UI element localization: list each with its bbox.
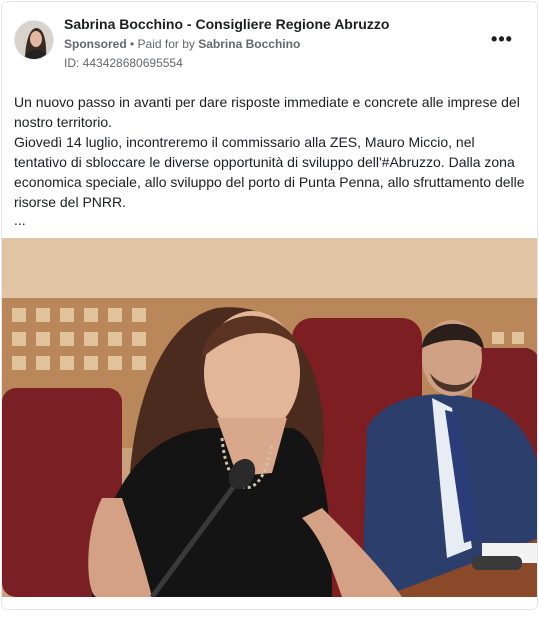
- ad-card: Sabrina Bocchino - Consigliere Regione A…: [1, 1, 538, 610]
- avatar[interactable]: [14, 20, 54, 60]
- more-options-icon[interactable]: •••: [489, 30, 515, 52]
- paid-for-name: Sabrina Bocchino: [198, 37, 301, 51]
- ad-meta: Sponsored • Paid for by Sabrina Bocchino: [64, 37, 300, 51]
- ad-body-text: Un nuovo passo in avanti per dare rispos…: [14, 92, 529, 212]
- ad-header: Sabrina Bocchino - Consigliere Regione A…: [14, 16, 525, 76]
- sponsored-label: Sponsored: [64, 37, 127, 51]
- see-more-ellipsis[interactable]: ...: [14, 212, 26, 228]
- ad-photo[interactable]: [2, 238, 537, 597]
- body-paragraph-2: Giovedì 14 luglio, incontreremo il commi…: [14, 134, 525, 210]
- ad-id: ID: 443428680695554: [64, 56, 183, 70]
- page-name[interactable]: Sabrina Bocchino - Consigliere Regione A…: [64, 16, 389, 32]
- paid-for-prefix: Paid for by: [137, 37, 199, 51]
- avatar-image: [15, 21, 53, 59]
- body-paragraph-1: Un nuovo passo in avanti per dare rispos…: [14, 94, 520, 130]
- photo-image: [2, 238, 537, 597]
- meta-separator: •: [126, 37, 138, 51]
